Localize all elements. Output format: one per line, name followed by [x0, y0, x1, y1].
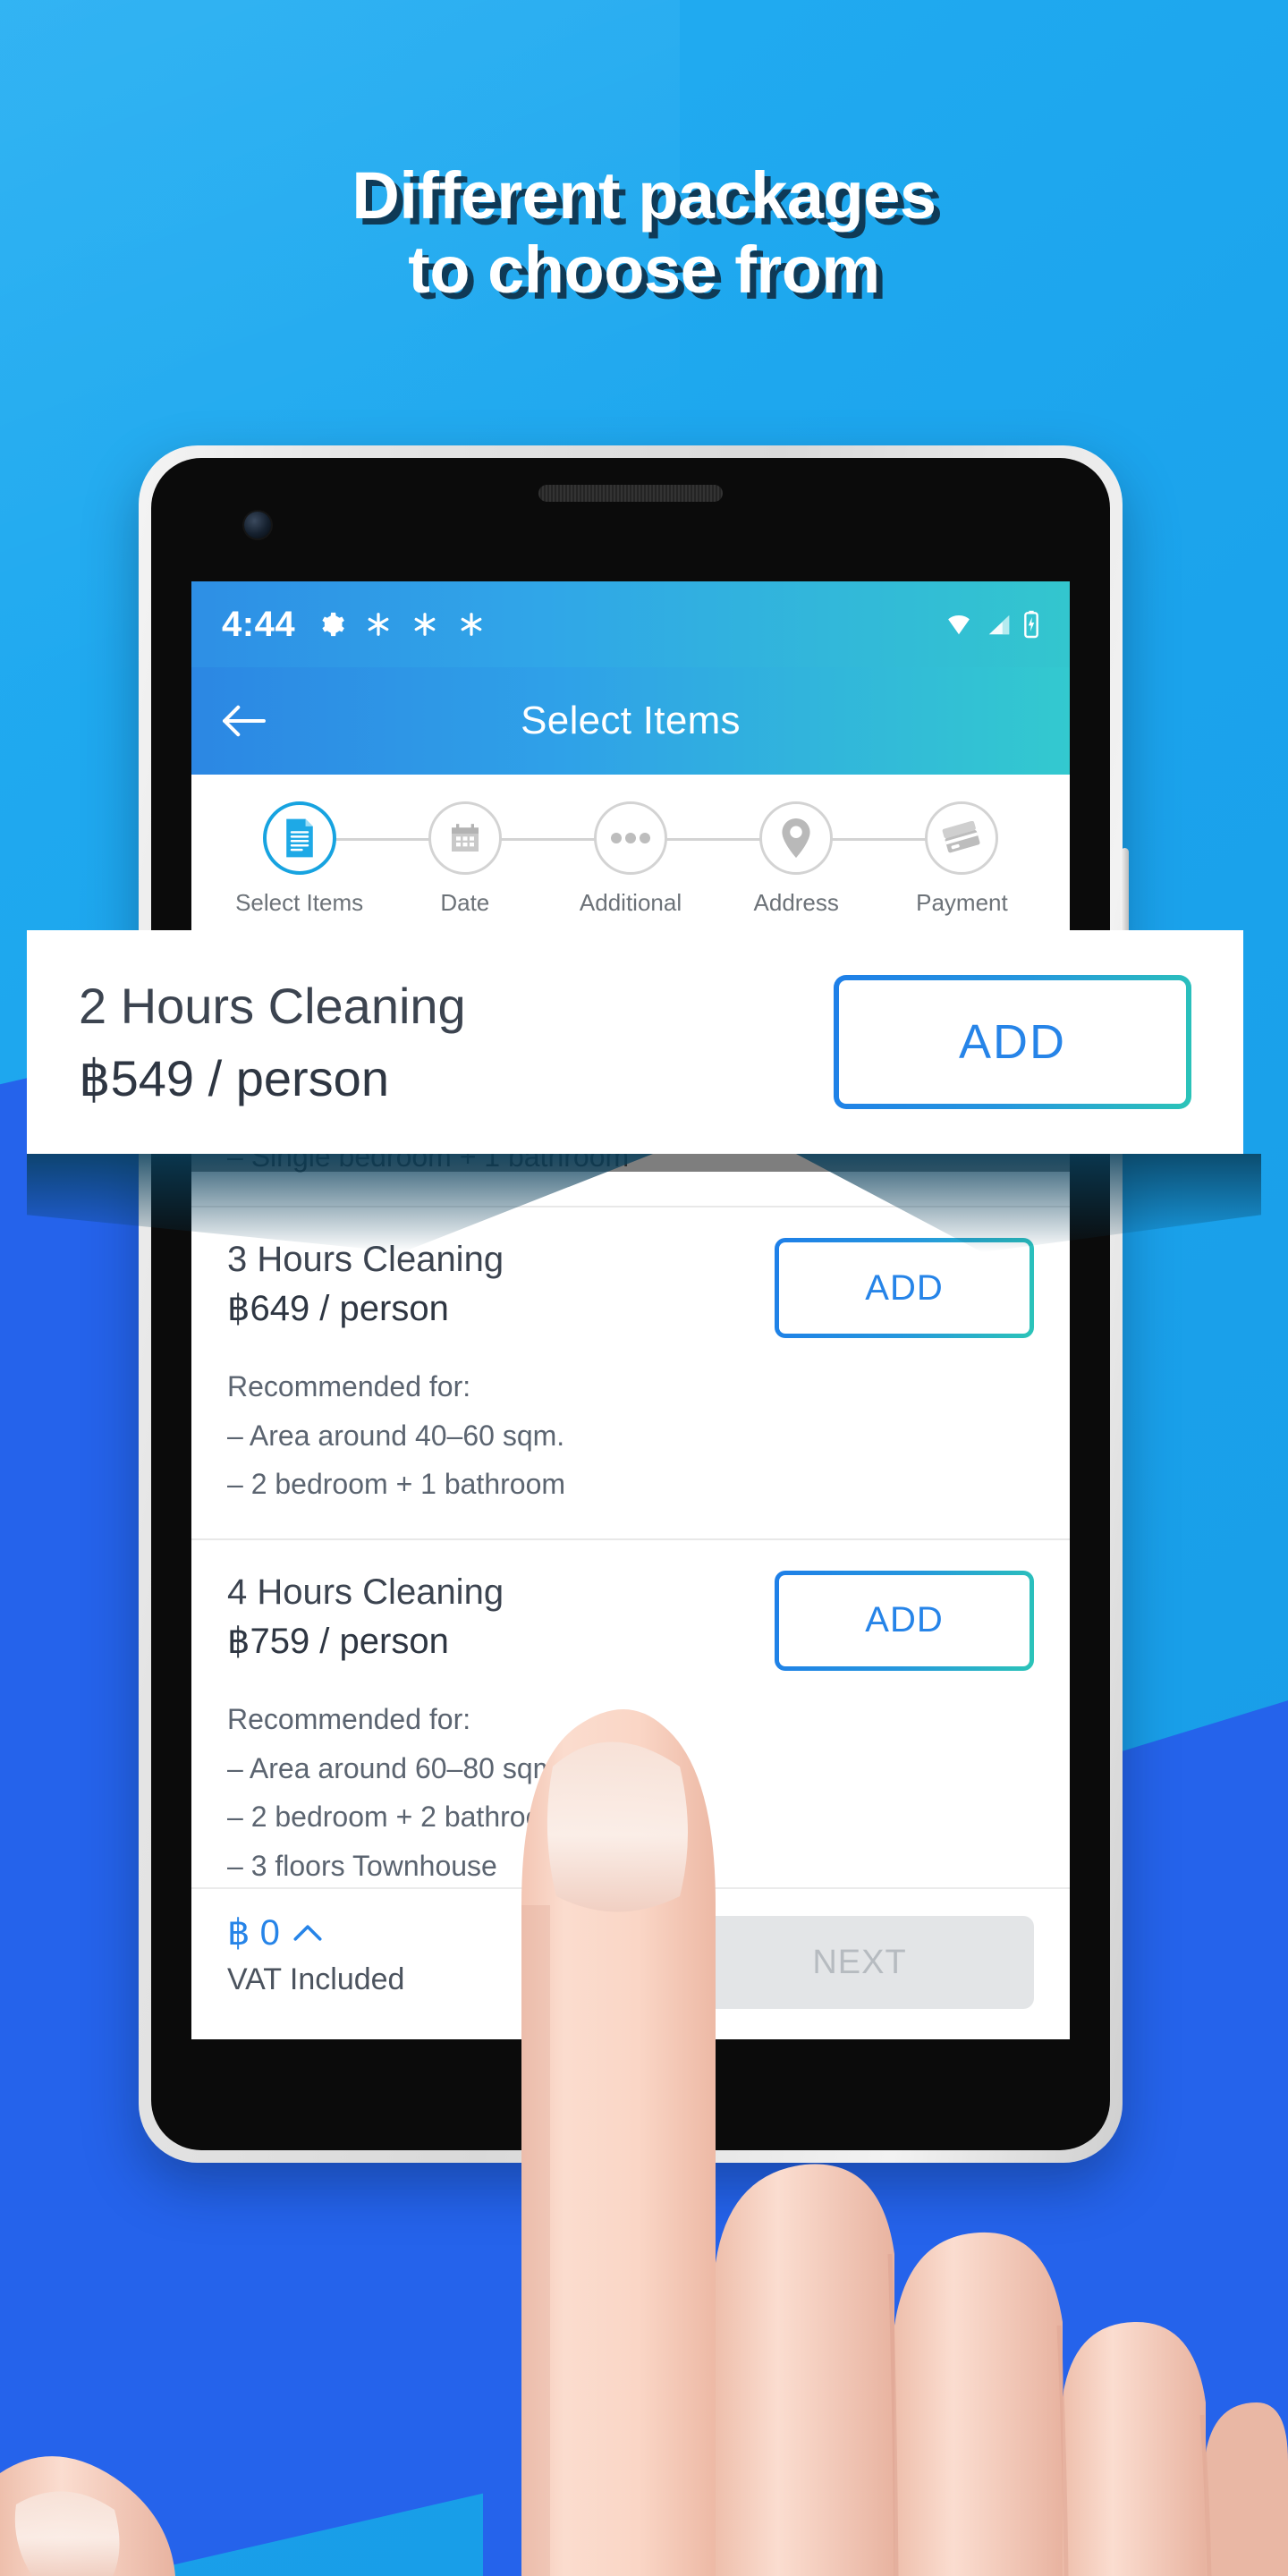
phone-front-camera [244, 512, 271, 538]
next-button[interactable]: NEXT [685, 1916, 1034, 2009]
stepper-step-payment[interactable]: Payment [879, 801, 1045, 917]
stepper-label: Select Items [235, 889, 364, 916]
headline-line-1: Different packages [352, 158, 936, 233]
stepper-label: Payment [916, 889, 1008, 916]
ellipsis-icon [611, 833, 650, 843]
signal-icon [988, 615, 1010, 635]
asterisk-icon [461, 613, 482, 636]
stepper-step-additional[interactable]: Additional [547, 801, 797, 917]
stepper-label: Date [440, 889, 490, 916]
list-item[interactable]: 3 Hours Cleaning ฿649 / person ADD Recom… [191, 1208, 1070, 1540]
summary-price-row[interactable]: ฿ 0 [227, 1912, 404, 1953]
package-text: 4 Hours Cleaning ฿759 / person [227, 1571, 775, 1664]
map-pin-icon [782, 818, 810, 858]
package-header: 4 Hours Cleaning ฿759 / person ADD [227, 1571, 1034, 1671]
page-title: Select Items [521, 699, 741, 742]
recommendation-bullet: – Area around 40–60 sqm. [227, 1419, 565, 1452]
gear-icon [322, 612, 344, 637]
stepper-step-select-items[interactable]: Select Items [216, 801, 465, 917]
add-button[interactable]: ADD [775, 1238, 1034, 1338]
credit-card-icon [943, 821, 980, 853]
chevron-up-icon[interactable] [292, 1923, 323, 1943]
stepper-circle [262, 801, 336, 875]
progress-stepper: Select Items Date Additional Address Pay… [191, 775, 1070, 950]
back-arrow-icon[interactable] [220, 701, 268, 741]
summary-left[interactable]: ฿ 0 VAT Included [227, 1912, 404, 1997]
recommendation-bullet: – 2 bedroom + 1 bathroom [227, 1468, 566, 1501]
callout-add-button[interactable]: ADD [834, 975, 1191, 1109]
stepper-step-date[interactable]: Date [382, 801, 631, 917]
callout-price: ฿549 / person [79, 1050, 389, 1106]
vat-label: VAT Included [227, 1962, 405, 1996]
callout-title: 2 Hours Cleaning [79, 977, 466, 1034]
package-recommendation: Recommended for: – Area around 40–60 sqm… [227, 1365, 1034, 1506]
recommendation-bullet: – 3 floors Townhouse [227, 1849, 497, 1882]
phone-bottom-speaker [577, 2114, 684, 2127]
recommended-label: Recommended for: [227, 1370, 471, 1402]
stepper-step-address[interactable]: Address [714, 801, 962, 917]
package-title: 3 Hours Cleaning [227, 1240, 504, 1279]
package-price: ฿759 / person [227, 1621, 449, 1661]
package-price: ฿649 / person [227, 1288, 449, 1328]
status-bar-time: 4:44 [222, 604, 296, 644]
package-header: 3 Hours Cleaning ฿649 / person ADD [227, 1238, 1034, 1338]
stepper-circle [925, 801, 999, 875]
add-button[interactable]: ADD [775, 1571, 1034, 1671]
package-title: 4 Hours Cleaning [227, 1572, 504, 1612]
stepper-circle [594, 801, 667, 875]
calendar-icon [451, 824, 479, 852]
wifi-icon [948, 615, 970, 635]
summary-total-price: ฿ 0 [227, 1913, 280, 1953]
stepper-circle [759, 801, 834, 875]
app-bar: Select Items [191, 667, 1070, 775]
phone-mockup: 4:44 Select Items Select Items Date Addi… [139, 445, 1129, 2163]
stepper-circle [428, 801, 502, 875]
headline-line-2: to choose from [408, 232, 880, 307]
recommendation-bullet: – 2 bedroom + 2 bathroom [227, 1801, 566, 1834]
status-bar-icons [318, 611, 485, 638]
document-icon [285, 818, 313, 858]
recommended-label: Recommended for: [227, 1702, 471, 1735]
status-bar: 4:44 [191, 581, 1070, 667]
package-recommendation: Recommended for: – Area around 60–80 sqm… [227, 1698, 1034, 1888]
battery-charging-icon [1024, 610, 1038, 639]
status-bar-right-icons [943, 610, 1039, 639]
stepper-label: Address [753, 889, 839, 916]
asterisk-icon [368, 613, 389, 636]
stepper-label: Additional [579, 889, 682, 916]
package-text: 3 Hours Cleaning ฿649 / person [227, 1238, 775, 1331]
phone-screen: 4:44 Select Items Select Items Date Addi… [191, 581, 1070, 2039]
recommendation-bullet: – Area around 60–80 sqm. [227, 1751, 565, 1784]
featured-package-callout[interactable]: 2 Hours Cleaning ฿549 / person ADD [27, 930, 1243, 1154]
asterisk-icon [414, 613, 436, 636]
phone-earpiece-speaker [538, 485, 723, 502]
callout-text: 2 Hours Cleaning ฿549 / person [79, 976, 834, 1108]
summary-bar: ฿ 0 VAT Included NEXT [191, 1887, 1070, 2039]
page-headline: Different packages to choose from [0, 158, 1288, 308]
